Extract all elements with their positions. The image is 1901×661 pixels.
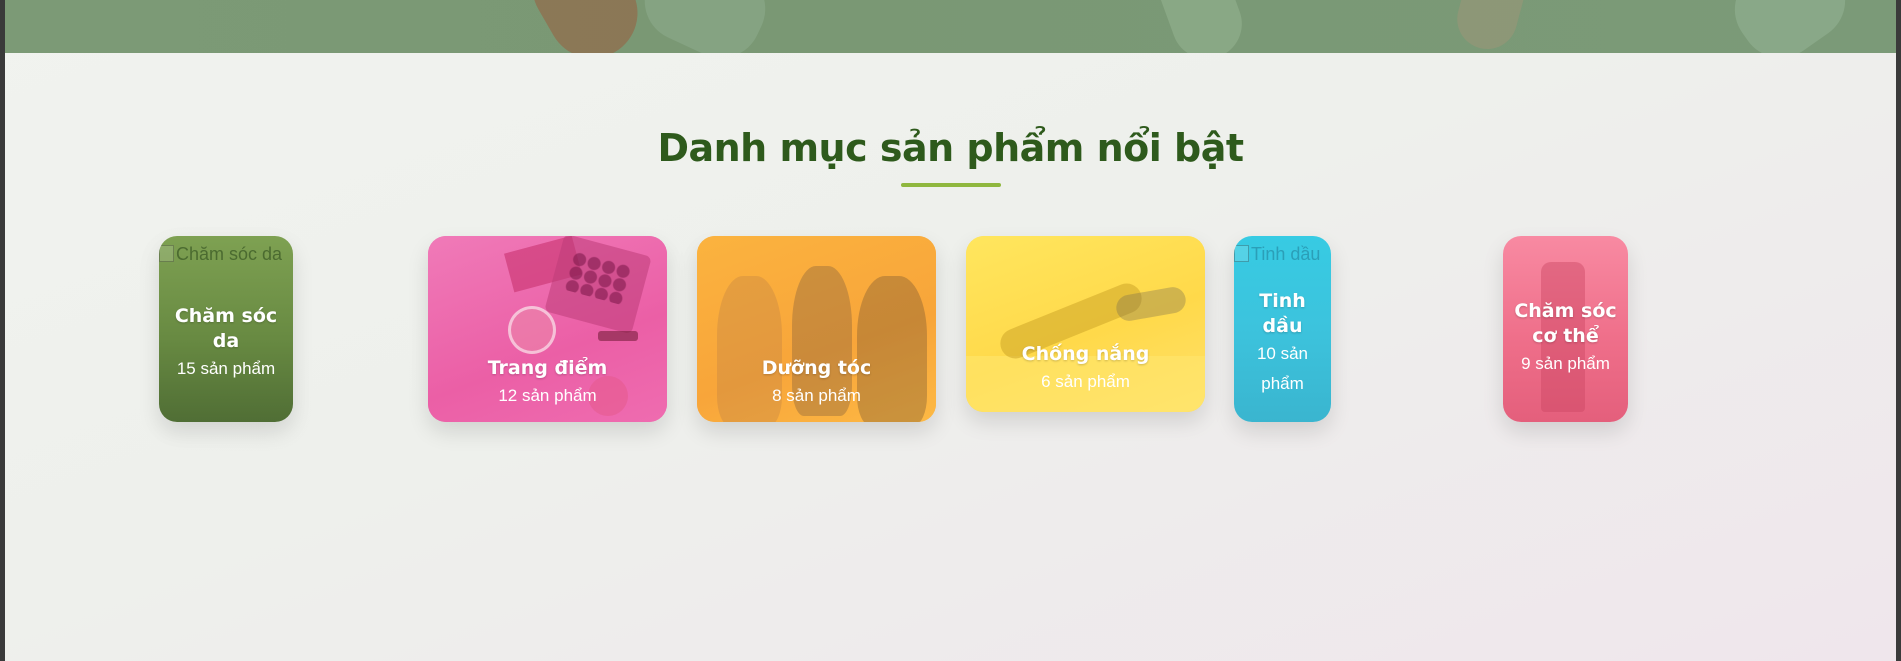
image-alt-text: Chăm sóc da (176, 244, 283, 264)
card-body: Chăm sóc cơ thể 9 sản phẩm (1503, 299, 1628, 379)
category-name: Chăm sóc da (174, 305, 278, 352)
category-card-makeup[interactable]: Trang điểm 12 sản phẩm (428, 236, 667, 422)
card-body: Tinh dầu 10 sản phẩm (1234, 289, 1331, 399)
category-card-skincare[interactable]: Chăm sóc da Chăm sóc da 15 sản phẩm (159, 236, 293, 422)
card-body: Trang điểm 12 sản phẩm (474, 356, 622, 411)
hero-decor (516, 0, 654, 53)
category-name: Trang điểm (487, 356, 608, 379)
hero-decor (1148, 0, 1252, 53)
product-count: 15 sản phẩm (176, 359, 276, 378)
category-name: Chống nắng (1021, 342, 1150, 365)
broken-image-icon: Tinh dầu (1234, 244, 1331, 265)
card-body: Chống nắng 6 sản phẩm (1008, 342, 1164, 397)
hero-banner (5, 0, 1896, 53)
product-count: 6 sản phẩm (1041, 371, 1130, 391)
image-alt-text: Tinh dầu (1251, 244, 1321, 264)
card-body: Chăm sóc da 15 sản phẩm (159, 304, 293, 384)
section-title: Danh mục sản phẩm nổi bật (657, 126, 1244, 170)
product-count: 10 sản phẩm (1256, 344, 1309, 393)
hero-decor (1450, 0, 1540, 53)
hero-decor (1719, 0, 1861, 53)
category-card-essential-oil[interactable]: Tinh dầu Tinh dầu 10 sản phẩm (1234, 236, 1331, 422)
product-count: 9 sản phẩm (1521, 354, 1610, 373)
card-body: Dưỡng tóc 8 sản phẩm (748, 356, 886, 411)
category-card-sunscreen[interactable]: Chống nắng 6 sản phẩm (966, 236, 1205, 412)
product-count: 8 sản phẩm (772, 385, 861, 405)
category-name: Chăm sóc cơ thể (1514, 300, 1617, 347)
category-name: Dưỡng tóc (761, 356, 872, 379)
broken-image-icon: Chăm sóc da (159, 244, 293, 265)
page: Danh mục sản phẩm nổi bật Chăm sóc da Ch… (5, 0, 1896, 661)
product-count: 12 sản phẩm (498, 385, 597, 405)
title-underline (901, 183, 1001, 187)
category-card-bodycare[interactable]: Chăm sóc cơ thể 9 sản phẩm (1503, 236, 1628, 422)
category-card-haircare[interactable]: Dưỡng tóc 8 sản phẩm (697, 236, 936, 422)
category-name: Tinh dầu (1259, 290, 1306, 337)
hero-decor (631, 0, 779, 53)
